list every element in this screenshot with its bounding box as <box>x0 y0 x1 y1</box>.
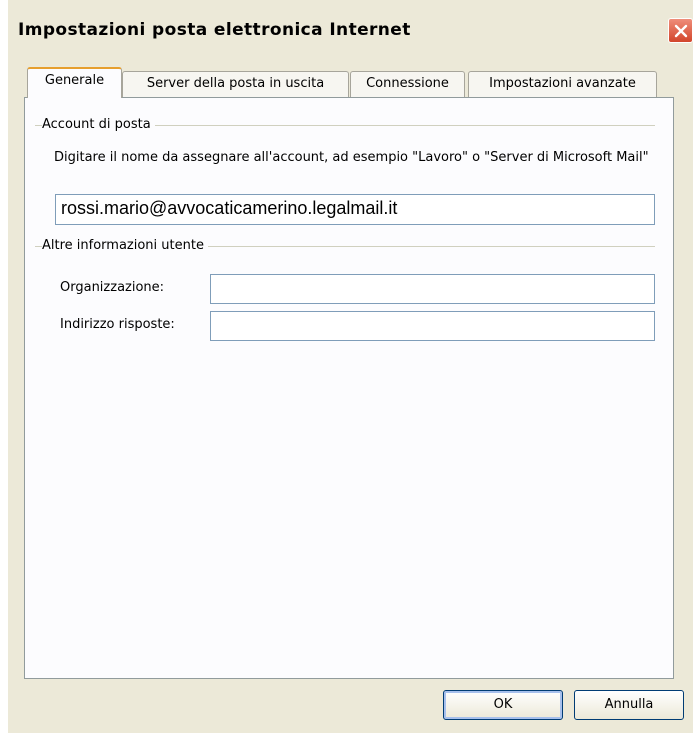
account-description: Digitare il nome da assegnare all'accoun… <box>54 150 649 165</box>
close-button[interactable] <box>668 18 693 43</box>
dialog-window: Impostazioni posta elettronica Internet … <box>8 0 693 733</box>
tab-panel-generale: Account di posta Digitare il nome da ass… <box>24 97 674 679</box>
reply-address-input[interactable] <box>210 311 655 341</box>
reply-address-label: Indirizzo risposte: <box>60 317 175 332</box>
organization-label: Organizzazione: <box>60 280 165 295</box>
tab-connessione[interactable]: Connessione <box>350 71 465 97</box>
tab-label: Generale <box>44 73 105 88</box>
tab-server-posta-uscita[interactable]: Server della posta in uscita <box>122 71 349 97</box>
cancel-button[interactable]: Annulla <box>574 690 684 720</box>
user-info-group-title: Altre informazioni utente <box>42 238 208 253</box>
tab-label: Server della posta in uscita <box>146 76 325 91</box>
organization-input[interactable] <box>210 274 655 304</box>
ok-button[interactable]: OK <box>443 690 563 720</box>
window-title: Impostazioni posta elettronica Internet <box>18 20 411 40</box>
account-name-input[interactable]: rossi.mario@avvocaticamerino.legalmail.i… <box>55 194 655 225</box>
tab-label: Impostazioni avanzate <box>489 76 636 91</box>
account-name-value: rossi.mario@avvocaticamerino.legalmail.i… <box>61 198 398 218</box>
tab-impostazioni-avanzate[interactable]: Impostazioni avanzate <box>468 71 657 97</box>
title-bar[interactable]: Impostazioni posta elettronica Internet <box>8 0 693 55</box>
tab-generale[interactable]: Generale <box>27 67 122 98</box>
account-group-title: Account di posta <box>42 117 155 132</box>
tab-label: Connessione <box>366 76 449 91</box>
